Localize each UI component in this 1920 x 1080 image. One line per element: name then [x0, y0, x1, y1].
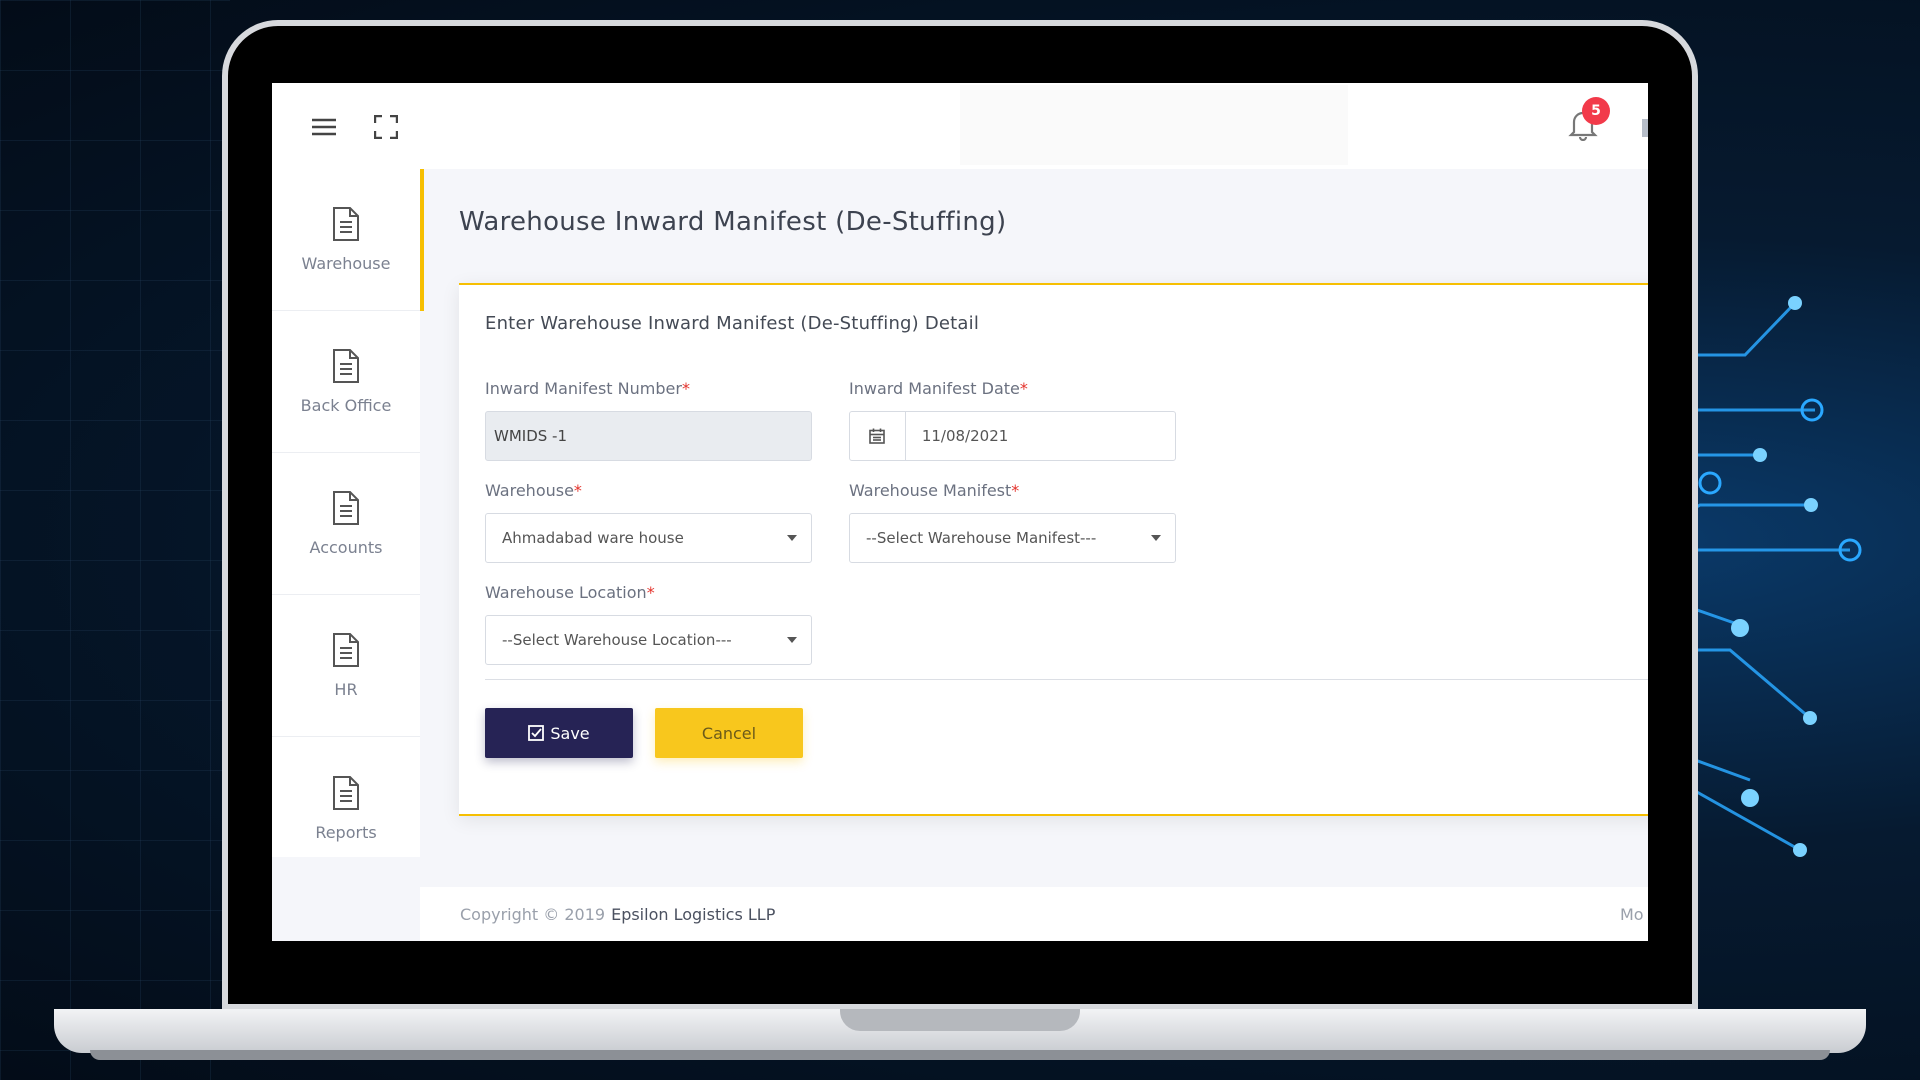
top-navbar: 5 — [272, 83, 1648, 169]
save-button[interactable]: Save — [485, 708, 633, 758]
company-link[interactable]: Epsilon Logistics LLP — [611, 905, 775, 924]
chevron-down-icon — [787, 535, 797, 541]
copyright-text: Copyright © 2019 — [460, 904, 606, 924]
document-icon — [333, 491, 359, 525]
warehouse-manifest-select-value: --Select Warehouse Manifest--- — [866, 529, 1097, 547]
manifest-number-input[interactable] — [485, 411, 812, 461]
footer: Copyright © 2019 Epsilon Logistics LLP M… — [420, 887, 1648, 941]
manifest-date-group — [849, 411, 1176, 461]
sidebar-item-accounts[interactable]: Accounts — [272, 453, 420, 595]
manifest-date-input[interactable] — [905, 412, 1175, 460]
warehouse-location-select-value: --Select Warehouse Location--- — [502, 631, 732, 649]
document-icon — [333, 633, 359, 667]
search-area — [960, 85, 1348, 165]
profile-edge-icon[interactable] — [1642, 119, 1648, 137]
sidebar-item-label: Accounts — [309, 538, 383, 557]
laptop-base-shadow — [90, 1050, 1830, 1060]
document-icon — [333, 207, 359, 241]
sidebar-item-label: Reports — [315, 822, 377, 842]
checkbox-icon — [528, 725, 545, 741]
calendar-icon[interactable] — [850, 412, 906, 460]
manifest-number-label: Inward Manifest Number* — [485, 379, 690, 398]
sidebar-item-reports[interactable]: Reports — [272, 737, 420, 879]
warehouse-label: Warehouse* — [485, 481, 582, 500]
hamburger-icon[interactable] — [304, 107, 344, 147]
chevron-down-icon — [1151, 535, 1161, 541]
warehouse-select-value: Ahmadabad ware house — [502, 529, 684, 547]
sidebar-item-label: Back Office — [300, 396, 392, 415]
notification-badge: 5 — [1582, 97, 1610, 125]
warehouse-manifest-select[interactable]: --Select Warehouse Manifest--- — [849, 513, 1176, 563]
sidebar: Warehouse Back Office Accounts HR Report… — [272, 169, 424, 857]
cancel-button[interactable]: Cancel — [655, 708, 803, 758]
sidebar-item-back-office[interactable]: Back Office — [272, 311, 420, 453]
warehouse-location-label: Warehouse Location* — [485, 583, 655, 602]
form-divider — [485, 679, 1648, 680]
page-title: Warehouse Inward Manifest (De-Stuffing) — [459, 207, 1007, 237]
sidebar-item-label: HR — [334, 680, 358, 699]
background-grid — [0, 0, 230, 1080]
manifest-date-label: Inward Manifest Date* — [849, 379, 1028, 398]
laptop-notch — [840, 1009, 1080, 1031]
document-icon — [333, 775, 359, 810]
footer-right-text: Mo — [1620, 904, 1644, 924]
app-screen: 5 Warehouse Back Office Accounts HR Repo… — [272, 83, 1648, 941]
warehouse-location-select[interactable]: --Select Warehouse Location--- — [485, 615, 812, 665]
sidebar-item-hr[interactable]: HR — [272, 595, 420, 737]
form-card: Enter Warehouse Inward Manifest (De-Stuf… — [459, 283, 1648, 816]
warehouse-manifest-label: Warehouse Manifest* — [849, 481, 1020, 500]
sidebar-item-label: Warehouse — [301, 254, 391, 273]
chevron-down-icon — [787, 637, 797, 643]
sidebar-item-warehouse[interactable]: Warehouse — [272, 169, 424, 311]
document-icon — [333, 349, 359, 383]
expand-icon[interactable] — [366, 107, 406, 147]
warehouse-select[interactable]: Ahmadabad ware house — [485, 513, 812, 563]
card-title: Enter Warehouse Inward Manifest (De-Stuf… — [485, 313, 980, 334]
